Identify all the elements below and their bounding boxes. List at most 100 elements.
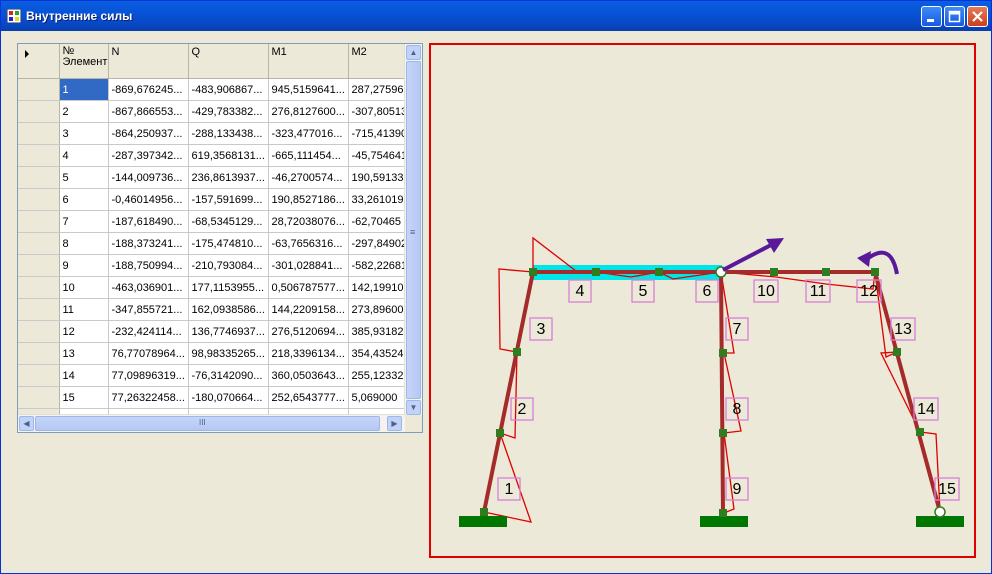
table-cell[interactable]: -175,474810... bbox=[188, 232, 269, 255]
table-cell[interactable]: 255,12332 bbox=[348, 364, 409, 387]
row-header[interactable] bbox=[18, 50, 60, 101]
close-button[interactable] bbox=[967, 6, 988, 27]
table-cell[interactable]: -232,424114... bbox=[108, 320, 189, 343]
maximize-button[interactable] bbox=[944, 6, 965, 27]
table-cell[interactable]: -62,70465 bbox=[348, 210, 409, 233]
table-cell[interactable]: -323,477016... bbox=[268, 122, 349, 145]
table-cell[interactable]: 98,98335265... bbox=[188, 342, 269, 365]
table-row[interactable]: 2 -867,866553... -429,783382... 276,8127600… bbox=[18, 100, 409, 123]
table-cell[interactable]: 236,8613937... bbox=[188, 166, 269, 189]
table-cell[interactable]: -188,373241... bbox=[108, 232, 189, 255]
table-cell[interactable]: 218,3396134... bbox=[268, 342, 349, 365]
table-cell[interactable]: -144,009736... bbox=[108, 166, 189, 189]
table-cell[interactable]: 360,0503643... bbox=[268, 364, 349, 387]
table-cell[interactable]: -46,2700574... bbox=[268, 166, 349, 189]
table-cell[interactable]: -210,793084... bbox=[188, 254, 269, 277]
table-cell[interactable]: 136,7746937... bbox=[188, 320, 269, 343]
table-cell[interactable]: 7 bbox=[59, 210, 109, 233]
structure-diagram-canvas[interactable]: 1 2 3 4 5 6 7 8 9 10 11 12 13 14 15 bbox=[429, 43, 976, 558]
column-header[interactable]: N bbox=[108, 44, 189, 79]
table-cell[interactable]: -307,80513 bbox=[348, 100, 409, 123]
table-cell[interactable]: 5,069000 bbox=[348, 386, 409, 409]
row-header[interactable] bbox=[18, 342, 60, 365]
table-cell[interactable]: 77,09896319... bbox=[108, 364, 189, 387]
table-cell[interactable]: 162,0938586... bbox=[188, 298, 269, 321]
row-header[interactable] bbox=[18, 122, 60, 145]
table-cell[interactable]: 12 bbox=[59, 320, 109, 343]
row-header[interactable] bbox=[18, 364, 60, 387]
table-cell[interactable]: -483,906867... bbox=[188, 78, 269, 101]
column-header[interactable]: Q bbox=[188, 44, 269, 79]
row-header[interactable] bbox=[18, 188, 60, 211]
table-row[interactable]: 9 -188,750994... -210,793084... -301,028841… bbox=[18, 254, 409, 277]
table-row[interactable]: 5 -144,009736... 236,8613937... -46,2700574… bbox=[18, 166, 409, 189]
table-cell[interactable]: -63,7656316... bbox=[268, 232, 349, 255]
table-row[interactable]: 3 -864,250937... -288,133438... -323,477016… bbox=[18, 122, 409, 145]
table-row[interactable]: 13 76,77078964... 98,98335265... 218,339613… bbox=[18, 342, 409, 365]
table-row[interactable]: 10 -463,036901... 177,1153955... 0,50678757… bbox=[18, 276, 409, 299]
table-cell[interactable]: -715,41390 bbox=[348, 122, 409, 145]
row-header[interactable] bbox=[18, 100, 60, 123]
row-header[interactable] bbox=[18, 210, 60, 233]
table-cell[interactable]: 619,3568131... bbox=[188, 144, 269, 167]
column-header[interactable]: M2 bbox=[348, 44, 409, 79]
table-cell[interactable]: -0,46014956... bbox=[108, 188, 189, 211]
scroll-down-button[interactable]: ▼ bbox=[406, 400, 421, 415]
table-cell[interactable]: -297,84902 bbox=[348, 232, 409, 255]
column-header[interactable]: № Элемент bbox=[59, 44, 109, 79]
row-header[interactable] bbox=[18, 386, 60, 409]
table-row[interactable]: 6 -0,46014956... -157,591699... 190,8527186… bbox=[18, 188, 409, 211]
column-header[interactable]: M1 bbox=[268, 44, 349, 79]
table-row[interactable]: 11 -347,855721... 162,0938586... 144,220915… bbox=[18, 298, 409, 321]
table-cell[interactable]: 276,5120694... bbox=[268, 320, 349, 343]
table-cell[interactable]: -68,5345129... bbox=[188, 210, 269, 233]
table-cell[interactable]: -347,855721... bbox=[108, 298, 189, 321]
table-cell[interactable]: 1 bbox=[59, 78, 109, 101]
table-cell[interactable]: 287,27596 bbox=[348, 78, 409, 101]
table-cell[interactable]: 15 bbox=[59, 386, 109, 409]
title-bar[interactable]: Внутренние силы bbox=[1, 1, 991, 31]
row-header[interactable] bbox=[18, 166, 60, 189]
table-cell[interactable]: 190,59133 bbox=[348, 166, 409, 189]
table-cell[interactable]: -187,618490... bbox=[108, 210, 189, 233]
table-row[interactable]: 7 -187,618490... -68,5345129... 28,72038076… bbox=[18, 210, 409, 233]
table-cell[interactable]: 13 bbox=[59, 342, 109, 365]
row-header[interactable] bbox=[18, 276, 60, 299]
table-cell[interactable]: 177,1153955... bbox=[188, 276, 269, 299]
table-cell[interactable]: 28,72038076... bbox=[268, 210, 349, 233]
table-cell[interactable]: 4 bbox=[59, 144, 109, 167]
table-cell[interactable]: -665,111454... bbox=[268, 144, 349, 167]
table-row[interactable]: 12 -232,424114... 136,7746937... 276,512069… bbox=[18, 320, 409, 343]
table-cell[interactable]: 142,19910 bbox=[348, 276, 409, 299]
table-cell[interactable]: 8 bbox=[59, 232, 109, 255]
forces-data-grid[interactable]: № Элемент N Q M1 M2 1 -869,676245... -483,90686… bbox=[17, 43, 423, 433]
table-cell[interactable]: 14 bbox=[59, 364, 109, 387]
table-cell[interactable]: -463,036901... bbox=[108, 276, 189, 299]
table-cell[interactable]: 252,6543777... bbox=[268, 386, 349, 409]
table-cell[interactable]: 190,8527186... bbox=[268, 188, 349, 211]
table-cell[interactable]: -429,783382... bbox=[188, 100, 269, 123]
table-cell[interactable]: -157,591699... bbox=[188, 188, 269, 211]
table-row[interactable]: 1 -869,676245... -483,906867... 945,5159641… bbox=[18, 50, 409, 101]
table-row[interactable]: 4 -287,397342... 619,3568131... -665,111454… bbox=[18, 144, 409, 167]
table-cell[interactable]: -582,22681 bbox=[348, 254, 409, 277]
scroll-right-button[interactable]: ▶ bbox=[387, 416, 402, 431]
table-cell[interactable]: -867,866553... bbox=[108, 100, 189, 123]
table-cell[interactable]: 6 bbox=[59, 188, 109, 211]
table-cell[interactable]: -76,3142090... bbox=[188, 364, 269, 387]
table-cell[interactable]: 2 bbox=[59, 100, 109, 123]
table-cell[interactable]: 5 bbox=[59, 166, 109, 189]
table-cell[interactable]: 945,5159641... bbox=[268, 78, 349, 101]
table-cell[interactable]: 276,8127600... bbox=[268, 100, 349, 123]
row-header[interactable] bbox=[18, 144, 60, 167]
table-cell[interactable]: -45,754641 bbox=[348, 144, 409, 167]
row-header[interactable] bbox=[18, 298, 60, 321]
table-row[interactable]: 15 77,26322458... -180,070664... 252,654377… bbox=[18, 386, 409, 409]
row-header[interactable] bbox=[18, 254, 60, 277]
table-cell[interactable]: 144,2209158... bbox=[268, 298, 349, 321]
table-cell[interactable]: 0,506787577... bbox=[268, 276, 349, 299]
table-cell[interactable]: -288,133438... bbox=[188, 122, 269, 145]
table-cell[interactable]: -301,028841... bbox=[268, 254, 349, 277]
table-cell[interactable]: 33,261019 bbox=[348, 188, 409, 211]
scroll-up-button[interactable]: ▲ bbox=[406, 45, 421, 60]
